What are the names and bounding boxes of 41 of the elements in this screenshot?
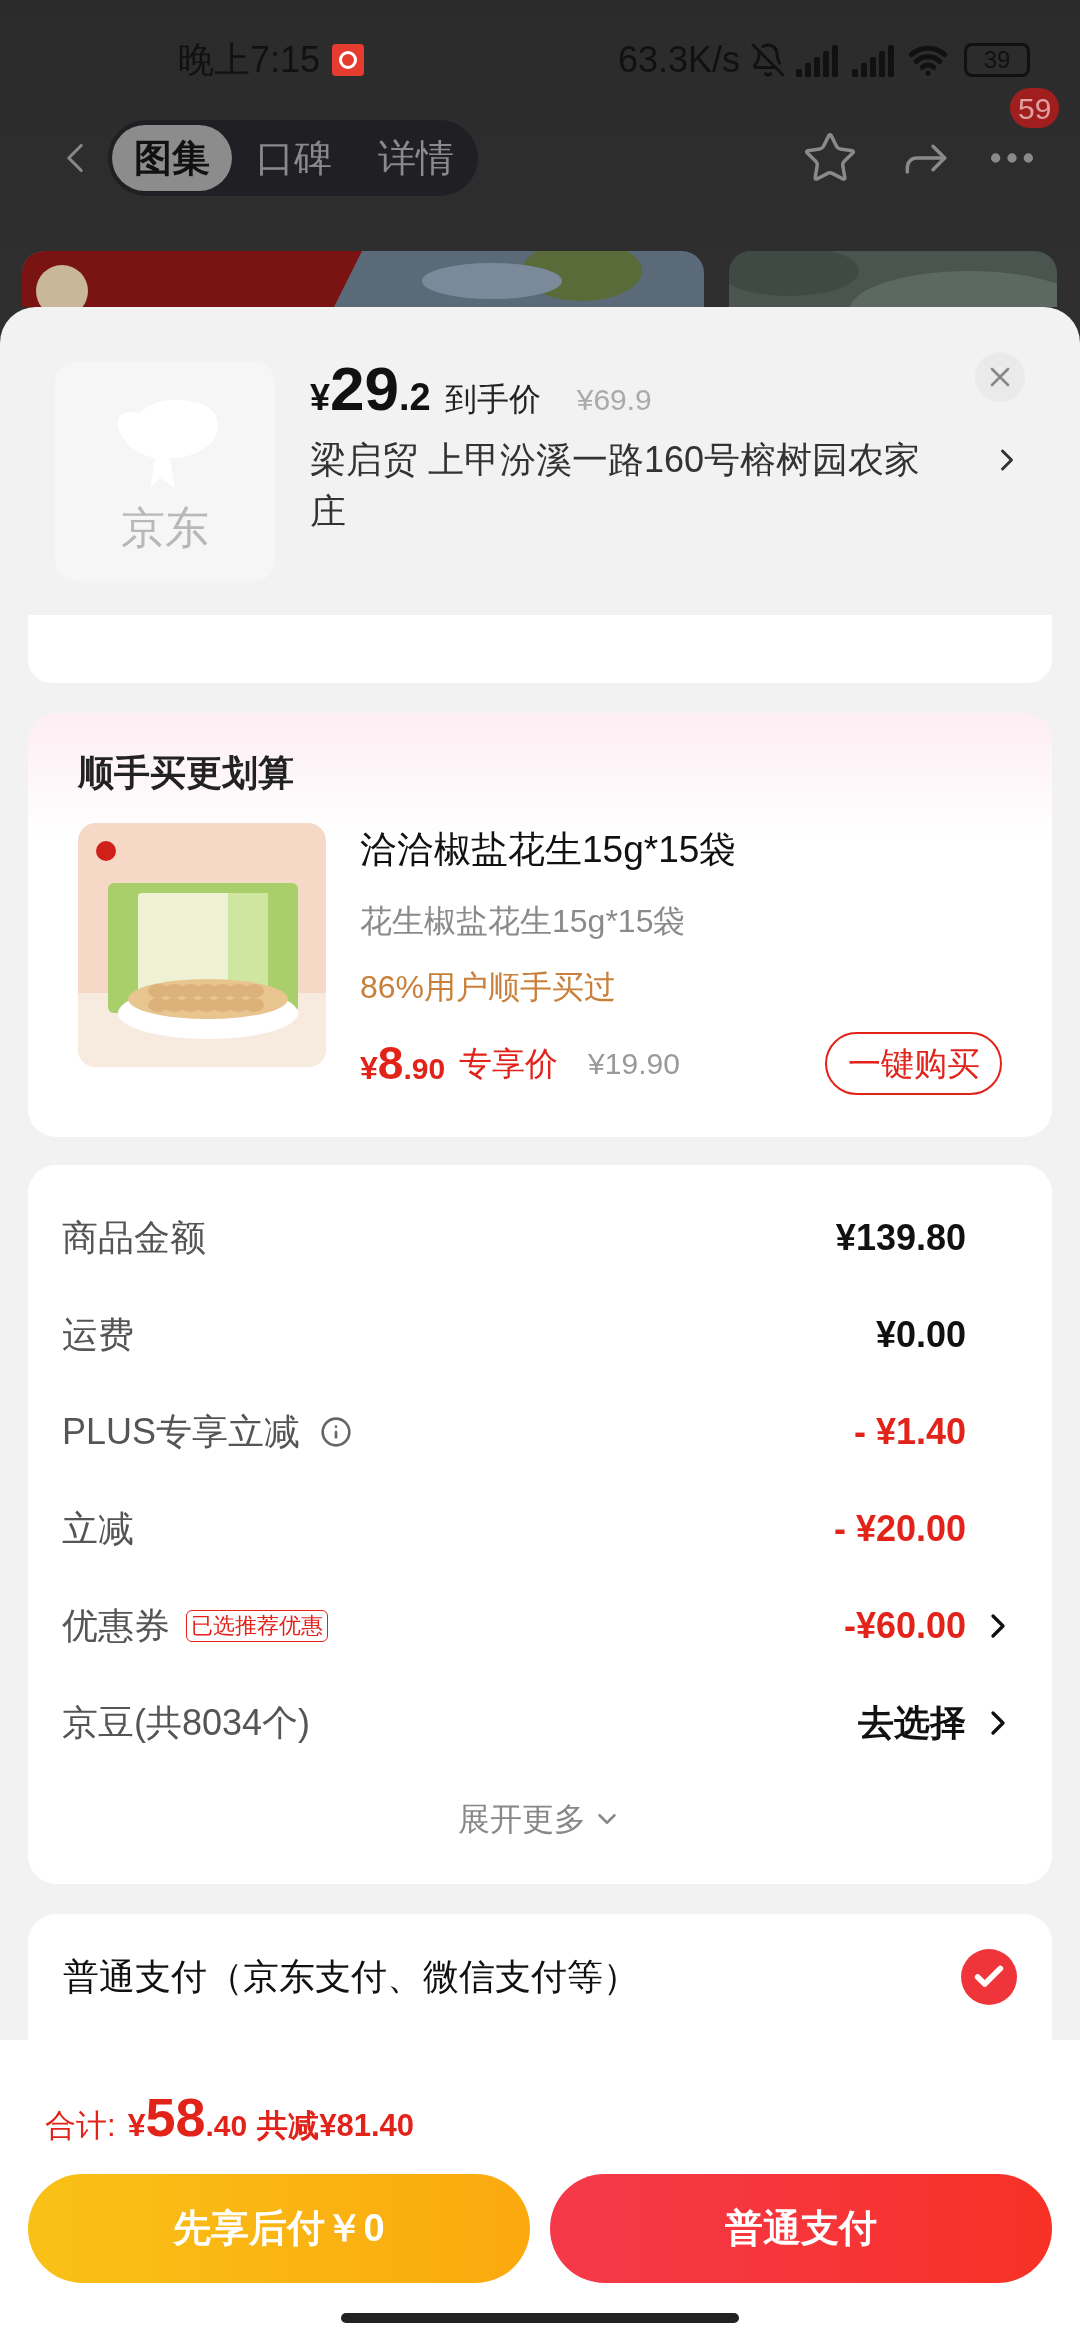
- summary-value[interactable]: 去选择: [858, 1695, 966, 1750]
- total-savings: 共减¥81.40: [257, 2107, 415, 2145]
- original-price: ¥19.90: [588, 1046, 680, 1082]
- product-spec: 花生椒盐花生15g*15袋: [360, 902, 687, 941]
- tab[interactable]: 详情: [356, 125, 476, 191]
- coupon-tag: 已选推荐优惠: [186, 1609, 328, 1642]
- product-name: 洽洽椒盐花生15g*15袋: [360, 828, 738, 872]
- original-price: ¥69.9: [576, 382, 652, 418]
- info-icon[interactable]: [320, 1415, 353, 1448]
- summary-label: 商品金额: [62, 1215, 206, 1260]
- total-price: ¥58.40: [127, 2086, 248, 2149]
- expand-more-button[interactable]: 展开更多: [458, 1795, 622, 1843]
- final-price: ¥29.2: [310, 353, 431, 425]
- logo-text: 京东: [121, 501, 209, 554]
- social-proof: 86%用户顺手买过: [360, 968, 618, 1007]
- summary-value: ¥0.00: [875, 1312, 966, 1357]
- summary-value: - ¥1.40: [853, 1409, 966, 1454]
- price-label: 到手价: [444, 380, 541, 419]
- summary-label: 立减: [62, 1506, 134, 1551]
- price-label: 专享价: [459, 1043, 559, 1084]
- close-button[interactable]: [975, 352, 1025, 402]
- summary-label: 京豆(共8034个): [62, 1700, 311, 1745]
- total-label: 合计:: [45, 2107, 116, 2145]
- summary-label: 运费: [62, 1312, 134, 1357]
- summary-value: ¥139.80: [835, 1215, 966, 1260]
- pay-button[interactable]: 普通支付: [550, 2174, 1052, 2283]
- app-notification-icon: [332, 44, 365, 76]
- summary-label: 优惠券: [62, 1603, 170, 1648]
- notification-badge: 59: [1010, 88, 1060, 128]
- delivery-address[interactable]: 梁启贸 上甲汾溪一路160号榕树园农家庄: [310, 434, 950, 538]
- summary-value[interactable]: -¥60.00: [843, 1598, 966, 1653]
- tab[interactable]: 图集: [112, 125, 232, 191]
- tab[interactable]: 口碑: [234, 125, 354, 191]
- summary-value: - ¥20.00: [833, 1506, 966, 1551]
- selected-check-icon[interactable]: [961, 1949, 1017, 2005]
- payment-option[interactable]: 普通支付（京东支付、微信支付等）: [63, 1950, 639, 2004]
- summary-label: PLUS专享立减: [62, 1409, 301, 1454]
- special-price: ¥8.90: [360, 1036, 446, 1091]
- buy-now-button[interactable]: 一键购买: [825, 1032, 1002, 1095]
- bell-off-icon: [750, 42, 786, 78]
- bundle-title: 顺手买更划算: [78, 751, 295, 795]
